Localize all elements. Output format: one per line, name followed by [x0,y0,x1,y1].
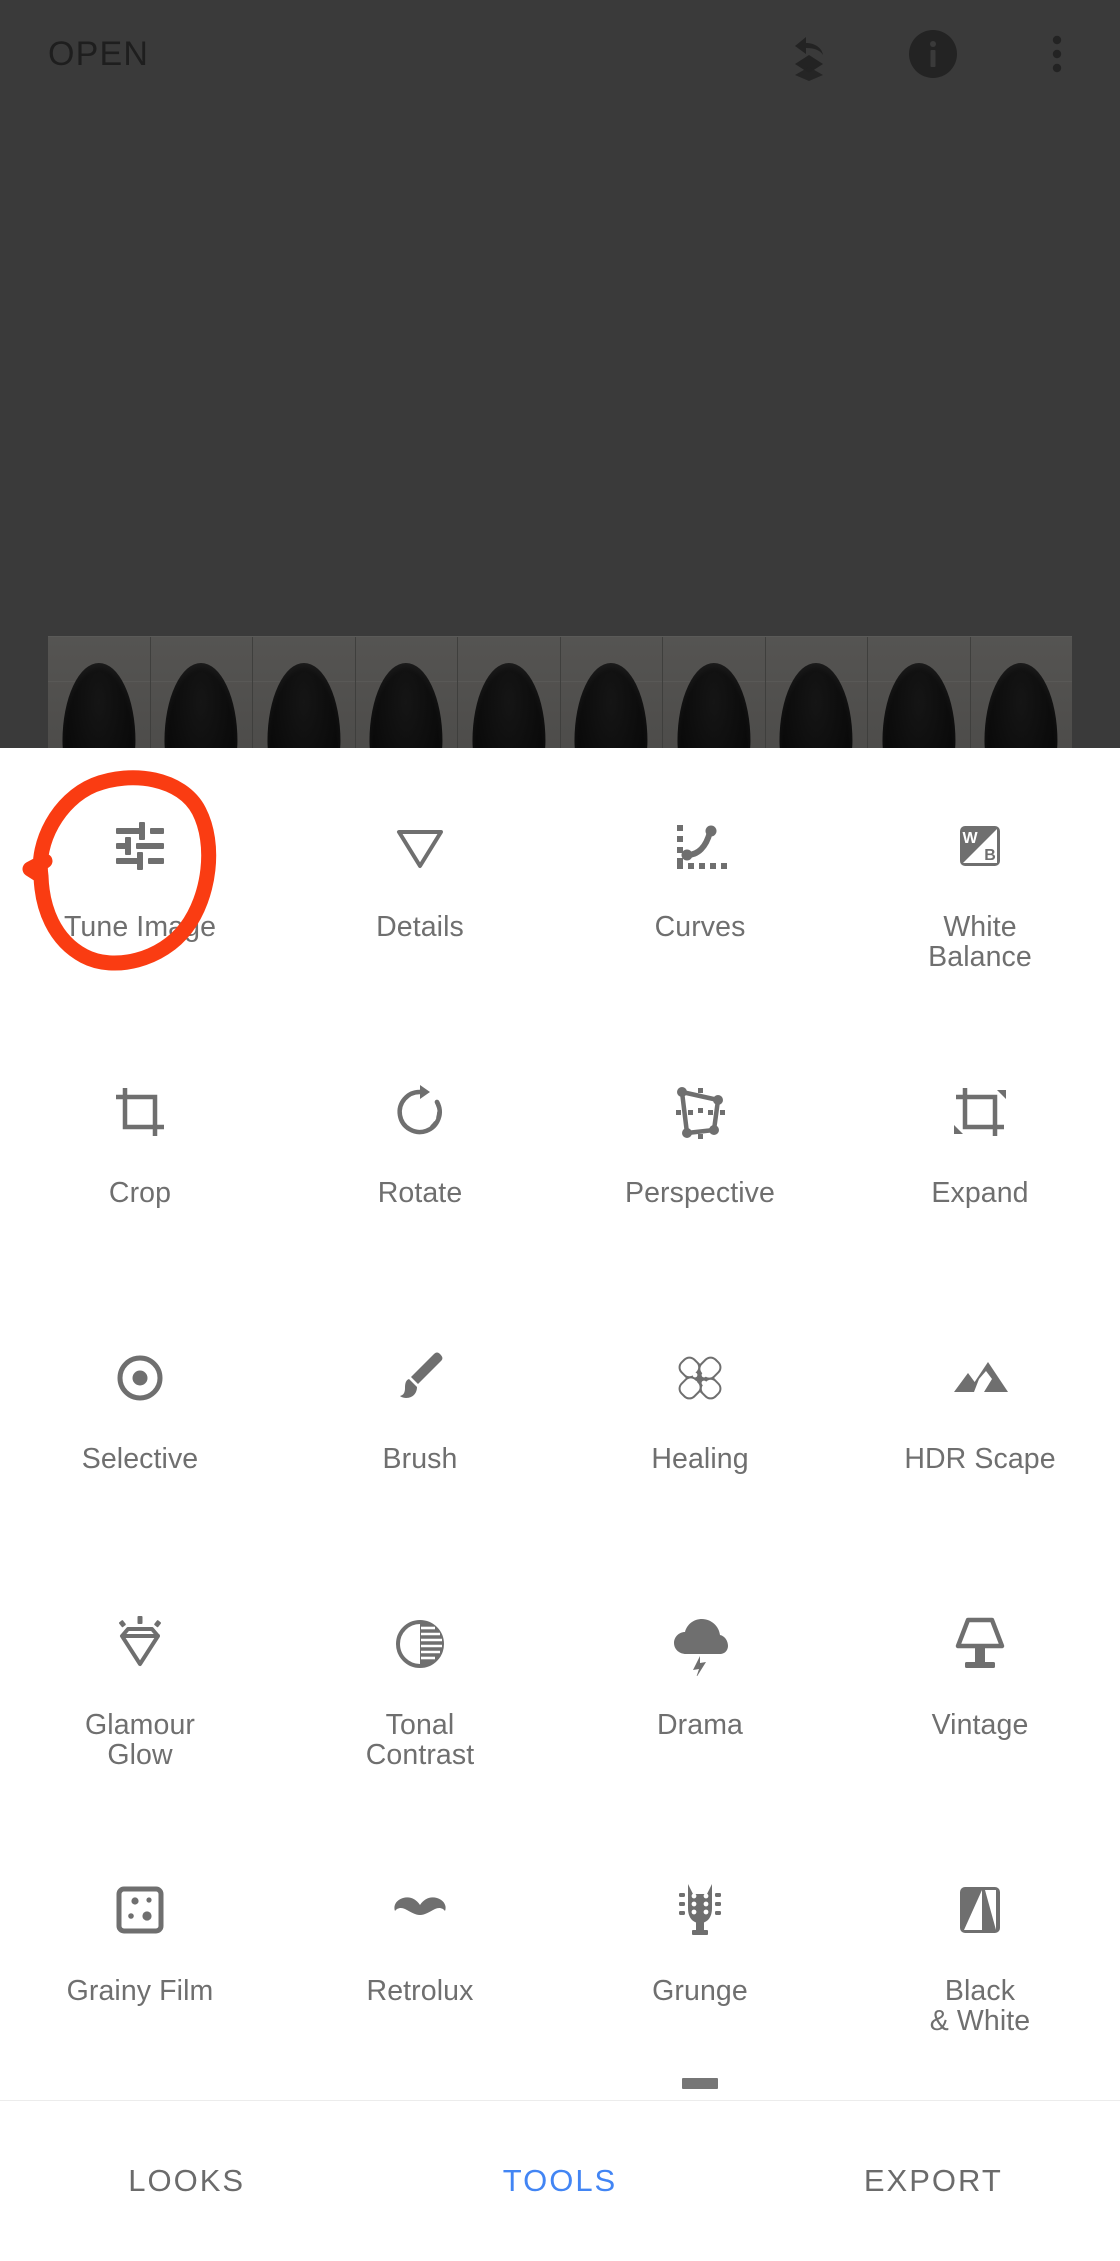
healing-icon [660,1338,740,1418]
top-toolbar: OPEN [0,0,1120,108]
selective-icon [100,1338,180,1418]
facade-bay [663,637,766,748]
peek-slot [560,2074,840,2100]
tool-healing[interactable]: Healing [560,1302,840,1568]
triangle-down-icon [380,806,460,886]
facade-bay [765,637,868,748]
facade-bay [560,637,663,748]
tool-expand[interactable]: Expand [840,1036,1120,1302]
curves-icon [660,806,740,886]
facade-bay [970,637,1072,748]
nav-looks[interactable]: LOOKS [0,2163,373,2199]
hdr-scape-icon [940,1338,1020,1418]
tool-label: Perspective [624,1177,775,1209]
tool-hdr-scape[interactable]: HDR Scape [840,1302,1120,1568]
tool-label: Vintage [931,1709,1029,1741]
nav-export[interactable]: EXPORT [747,2163,1120,2199]
tool-label: HDR Scape [904,1443,1056,1475]
tool-rotate[interactable]: Rotate [280,1036,560,1302]
editor-canvas: OPEN [0,0,1120,748]
svg-text:W: W [962,830,978,847]
tool-label: Tonal Contrast [365,1709,475,1772]
tool-label: Healing [651,1443,749,1475]
tool-black-and-white[interactable]: Black & White [840,1834,1120,2100]
crop-icon [100,1072,180,1152]
tool-label: Retrolux [366,1975,474,2007]
tool-white-balance[interactable]: W B White Balance [840,770,1120,1036]
tool-label: Selective [81,1443,199,1475]
sliders-icon [100,806,180,886]
overflow-menu-icon[interactable] [1030,27,1084,81]
black-white-icon [940,1870,1020,1950]
next-row-peek[interactable] [0,2074,1120,2100]
bottom-navigation: LOOKS TOOLS EXPORT [0,2100,1120,2261]
perspective-icon [660,1072,740,1152]
lamp-icon [940,1604,1020,1684]
tool-details[interactable]: Details [280,770,560,1036]
glamour-glow-icon [100,1604,180,1684]
top-toolbar-actions [782,27,1084,81]
tool-label: Brush [382,1443,458,1475]
expand-icon [940,1072,1020,1152]
tool-label: Curves [654,911,746,943]
tool-curves[interactable]: Curves [560,770,840,1036]
tool-label: Drama [656,1709,743,1741]
mustache-icon [380,1870,460,1950]
facade-bay [48,637,151,748]
tool-perspective[interactable]: Perspective [560,1036,840,1302]
svg-text:B: B [984,847,996,864]
peek-slot [840,2074,1120,2100]
peek-slot [0,2074,280,2100]
tool-label: Details [376,911,464,943]
white-balance-icon: W B [940,806,1020,886]
tool-label: Expand [931,1177,1029,1209]
tool-drama[interactable]: Drama [560,1568,840,1834]
facade-bay [150,637,253,748]
tool-brush[interactable]: Brush [280,1302,560,1568]
tool-vintage[interactable]: Vintage [840,1568,1120,1834]
grainy-film-icon [100,1870,180,1950]
tool-label: Tune Image [63,911,217,943]
tools-grid: Tune Image Details Curves W B White Bala… [0,748,1120,2100]
tool-selective[interactable]: Selective [0,1302,280,1568]
tool-label: Black & White [929,1975,1031,2038]
tool-tonal-contrast[interactable]: Tonal Contrast [280,1568,560,1834]
photo-preview[interactable] [0,636,1120,748]
peek-slot [280,2074,560,2100]
tool-label: Grainy Film [66,1975,214,2007]
tool-label: Glamour Glow [85,1709,195,1772]
drama-cloud-icon [660,1604,740,1684]
tools-panel: Tune Image Details Curves W B White Bala… [0,748,1120,2100]
tool-label: Grunge [652,1975,748,2007]
tool-label: Rotate [377,1177,463,1209]
facade-bay [253,637,356,748]
rotate-icon [380,1072,460,1152]
snapseed-app-window: OPEN Tune Image Details Curves W B White… [0,0,1120,2261]
tool-grainy-film[interactable]: Grainy Film [0,1834,280,2100]
nav-tools[interactable]: TOOLS [373,2163,746,2199]
tool-glamour-glow[interactable]: Glamour Glow [0,1568,280,1834]
facade-bay [355,637,458,748]
facade-bay [458,637,561,748]
tool-tune-image[interactable]: Tune Image [0,770,280,1036]
revert-stack-icon[interactable] [782,27,836,81]
tool-label: White Balance [928,911,1032,974]
guitar-head-icon [660,1870,740,1950]
info-icon[interactable] [906,27,960,81]
tool-retrolux[interactable]: Retrolux [280,1834,560,2100]
tonal-contrast-icon [380,1604,460,1684]
tool-grunge[interactable]: Grunge [560,1834,840,2100]
brush-icon [380,1338,460,1418]
tool-label: Crop [108,1177,172,1209]
tool-crop[interactable]: Crop [0,1036,280,1302]
open-button[interactable]: OPEN [48,35,149,74]
photo-image [48,636,1072,748]
facade-bay [868,637,971,748]
